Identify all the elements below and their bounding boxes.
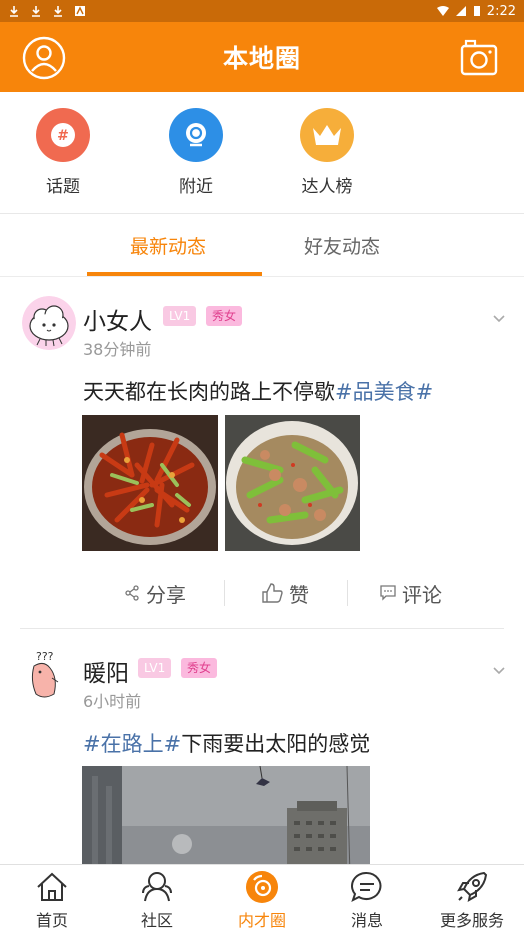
post-divider	[20, 628, 504, 629]
post-content: 天天都在长肉的路上不停歇#品美食#	[83, 376, 433, 406]
share-icon	[125, 585, 139, 601]
bottom-navigation: 首页 社区 内才圈 消息 更多服务	[0, 864, 524, 932]
active-tab-indicator	[87, 272, 262, 276]
post-actions: 分享 赞 评论	[100, 578, 500, 608]
action-divider	[347, 580, 348, 606]
crayfish-photo[interactable]	[82, 415, 218, 551]
author-name[interactable]: 小女人	[83, 302, 152, 336]
nav-label: 社区	[140, 911, 173, 930]
tab-latest[interactable]: 最新动态	[130, 232, 206, 259]
rocket-icon	[457, 871, 488, 902]
nav-label: 首页	[35, 911, 68, 930]
thumbs-up-icon	[262, 583, 283, 603]
crown-icon	[300, 108, 354, 162]
nav-community[interactable]: 社区	[105, 869, 209, 931]
comment-button[interactable]: 评论	[380, 579, 442, 608]
quick-links: # 话题 附近 达人榜	[0, 92, 524, 214]
wifi-icon	[436, 6, 449, 16]
stir-fry-photo[interactable]	[225, 415, 360, 551]
comment-icon	[380, 585, 396, 601]
quick-link-topics[interactable]: # 话题	[18, 108, 108, 197]
chevron-down-icon[interactable]	[492, 664, 506, 678]
post-text: 下雨要出太阳的感觉	[181, 732, 371, 756]
circle-icon	[246, 871, 278, 903]
nav-label: 消息	[350, 911, 383, 930]
home-icon	[37, 872, 67, 901]
nav-messages[interactable]: 消息	[315, 869, 419, 931]
quick-link-label: 话题	[46, 177, 80, 197]
action-divider	[224, 580, 225, 606]
quick-link-leaderboard[interactable]: 达人榜	[282, 108, 372, 197]
post-topic-tag[interactable]: #品美食#	[335, 380, 433, 404]
post-topic-tag[interactable]: #在路上#	[83, 732, 181, 756]
avatar[interactable]	[22, 296, 76, 350]
avatar[interactable]: ???	[22, 648, 76, 702]
signal-icon	[455, 6, 466, 16]
author-name[interactable]: 暖阳	[83, 654, 129, 688]
title-badge: 秀女	[206, 306, 243, 326]
quick-link-label: 达人榜	[301, 177, 353, 197]
comment-label: 评论	[402, 582, 442, 607]
app-header: 本地圈	[0, 22, 524, 92]
svg-text:#: #	[57, 128, 69, 144]
nav-more-services[interactable]: 更多服务	[420, 869, 524, 931]
nav-label: 更多服务	[439, 911, 504, 930]
level-badge: LV1	[138, 658, 172, 678]
post-time: 6小时前	[83, 692, 142, 711]
battery-icon	[473, 6, 480, 16]
tab-friends[interactable]: 好友动态	[304, 232, 380, 259]
location-icon	[169, 108, 223, 162]
status-time: 2:22	[486, 3, 516, 19]
title-badge: 秀女	[181, 658, 218, 678]
chevron-down-icon[interactable]	[492, 312, 506, 326]
level-badge: LV1	[163, 306, 197, 326]
post-content: #在路上#下雨要出太阳的感觉	[83, 728, 370, 758]
post-text: 天天都在长肉的路上不停歇	[83, 380, 335, 404]
like-label: 赞	[289, 582, 309, 607]
hash-icon: #	[36, 108, 90, 162]
share-button[interactable]: 分享	[124, 579, 186, 608]
download-icon	[10, 6, 18, 17]
user-profile-icon[interactable]	[22, 36, 66, 80]
download-icon	[54, 6, 62, 17]
post-card: ??? 暖阳 LV1 秀女 6小时前 #在路上#下雨要出太阳的感觉	[0, 630, 524, 864]
post-time: 38分钟前	[83, 340, 152, 359]
status-bar: 2:22	[0, 0, 524, 22]
community-icon	[142, 872, 172, 902]
nav-home[interactable]: 首页	[0, 869, 104, 931]
like-button[interactable]: 赞	[261, 579, 309, 608]
post-card: 小女人 LV1 秀女 38分钟前 天天都在长肉的路上不停歇#品美食# 分享 赞 …	[0, 278, 524, 630]
message-icon	[351, 871, 382, 902]
cloudy-sky-photo[interactable]	[82, 766, 370, 864]
svg-text:???: ???	[36, 650, 54, 663]
app-notification-icon	[75, 6, 85, 16]
share-label: 分享	[146, 582, 186, 607]
quick-link-label: 附近	[179, 177, 213, 197]
page-title: 本地圈	[222, 44, 301, 73]
feed-tabs: 最新动态 好友动态	[0, 214, 524, 277]
nav-circle[interactable]: 内才圈	[210, 869, 314, 931]
quick-link-nearby[interactable]: 附近	[151, 108, 241, 197]
nav-label: 内才圈	[237, 911, 286, 930]
download-icon	[32, 6, 40, 17]
camera-icon[interactable]	[460, 39, 498, 77]
